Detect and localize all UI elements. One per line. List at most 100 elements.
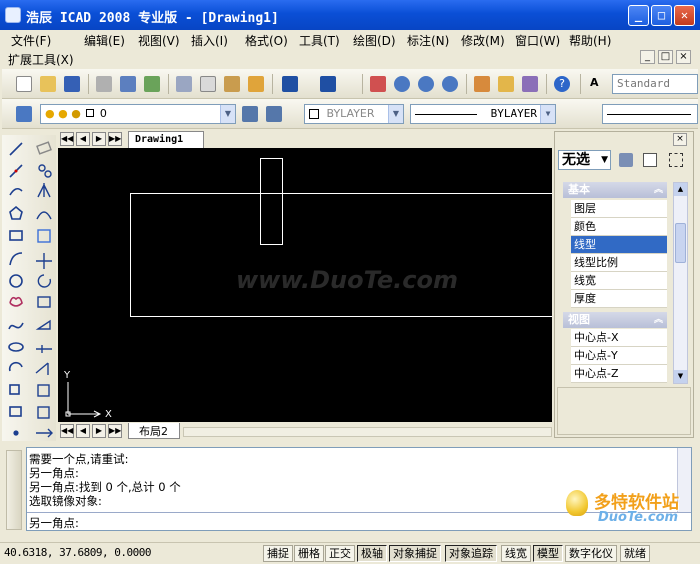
snap-toggle[interactable]: 捕捉 — [263, 545, 293, 562]
menu-modify[interactable]: 修改(M) — [461, 32, 505, 49]
app-icon — [5, 7, 21, 23]
tab-layout2[interactable]: 布局2 — [128, 423, 180, 439]
select-objects-icon[interactable] — [643, 153, 657, 167]
paste-icon[interactable] — [224, 76, 240, 92]
extend-icon — [35, 362, 49, 375]
prev-tab-button[interactable]: ◀ — [76, 132, 90, 146]
toolbar-separator — [272, 74, 273, 94]
zoom-window-icon[interactable] — [418, 76, 434, 92]
group-general[interactable]: 基本 ︽ — [563, 182, 667, 198]
otrack-toggle[interactable]: 对象追踪 — [445, 545, 497, 562]
layer-select[interactable]: ● ● ● 0 ▼ — [40, 104, 236, 124]
last-tab-button[interactable]: ▶▶ — [108, 132, 122, 146]
drawing-canvas[interactable]: Y X www.DuoTe.com — [58, 148, 552, 422]
menu-file[interactable]: 文件(F) — [11, 32, 51, 49]
make-current-layer-icon[interactable] — [242, 106, 258, 122]
selection-select[interactable]: 无选 ▼ — [558, 150, 611, 170]
prop-row-thickness[interactable]: 厚度 — [571, 290, 667, 308]
model-toggle[interactable]: 模型 — [533, 545, 563, 562]
ortho-toggle[interactable]: 正交 — [325, 545, 355, 562]
chevron-down-icon[interactable]: ▼ — [540, 105, 555, 123]
chevron-down-icon[interactable]: ▼ — [220, 105, 235, 123]
copy-icon[interactable] — [200, 76, 216, 92]
menu-view[interactable]: 视图(V) — [138, 32, 180, 49]
cut-icon[interactable] — [176, 76, 192, 92]
text-style-select[interactable]: Standard — [612, 74, 698, 94]
next-layout-button[interactable]: ▶ — [92, 424, 106, 438]
command-prompt-input[interactable]: 另一角点: — [29, 515, 79, 531]
scroll-thumb[interactable] — [675, 223, 686, 263]
save-icon[interactable] — [64, 76, 80, 92]
menu-tools[interactable]: 工具(T) — [299, 32, 340, 49]
menu-window[interactable]: 窗口(W) — [515, 32, 560, 49]
linetype-select[interactable]: BYLAYER ▼ — [410, 104, 556, 124]
lineweight-select[interactable] — [602, 104, 698, 124]
text-style-icon[interactable]: A — [590, 76, 606, 92]
zoom-previous-icon[interactable] — [442, 76, 458, 92]
redo-icon[interactable] — [320, 76, 336, 92]
panel-close-icon[interactable]: × — [673, 133, 687, 146]
ucs-y-label: Y — [64, 370, 71, 381]
copy-object-icon — [38, 164, 46, 172]
menu-help[interactable]: 帮助(H) — [569, 32, 611, 49]
prop-row-linetype-scale[interactable]: 线型比例 — [571, 254, 667, 272]
chevron-down-icon[interactable]: ▼ — [388, 105, 403, 123]
match-properties-icon[interactable] — [248, 76, 264, 92]
mdi-restore-button[interactable]: □ — [658, 50, 673, 64]
maximize-button[interactable]: □ — [651, 5, 672, 26]
tablet-toggle[interactable]: 数字化仪 — [565, 545, 617, 562]
menu-bar-2: 扩展工具(X) — [0, 49, 700, 67]
prop-row-layer[interactable]: 图层 — [571, 200, 667, 218]
pan-icon[interactable] — [370, 76, 386, 92]
first-tab-button[interactable]: ◀◀ — [60, 132, 74, 146]
print-preview-icon[interactable] — [120, 76, 136, 92]
horizontal-scrollbar[interactable] — [183, 427, 552, 437]
layer-manager-icon[interactable] — [16, 106, 32, 122]
menu-draw[interactable]: 绘图(D) — [353, 32, 396, 49]
prop-row-center-x[interactable]: 中心点-X — [571, 329, 667, 347]
mdi-close-button[interactable]: × — [676, 50, 691, 64]
quick-select-icon[interactable] — [619, 153, 633, 167]
prop-row-center-z[interactable]: 中心点-Z — [571, 365, 667, 383]
tool-palette-icon[interactable] — [522, 76, 538, 92]
grid-toggle[interactable]: 栅格 — [294, 545, 324, 562]
prev-layout-button[interactable]: ◀ — [76, 424, 90, 438]
prop-row-linetype[interactable]: 线型 — [571, 236, 667, 254]
publish-icon[interactable] — [144, 76, 160, 92]
new-file-icon[interactable] — [16, 76, 32, 92]
properties-scrollbar[interactable]: ▲ ▼ — [673, 182, 688, 384]
command-window-grip[interactable] — [6, 450, 22, 530]
last-layout-button[interactable]: ▶▶ — [108, 424, 122, 438]
mdi-minimize-button[interactable]: _ — [640, 50, 655, 64]
tab-drawing1[interactable]: Drawing1 — [128, 131, 204, 148]
next-tab-button[interactable]: ▶ — [92, 132, 106, 146]
color-select[interactable]: BYLAYER ▼ — [304, 104, 404, 124]
menu-format[interactable]: 格式(O) — [245, 32, 288, 49]
open-folder-icon[interactable] — [40, 76, 56, 92]
properties-icon[interactable] — [474, 76, 490, 92]
scroll-up-icon[interactable]: ▲ — [674, 183, 687, 196]
undo-icon[interactable] — [282, 76, 298, 92]
polar-toggle[interactable]: 极轴 — [357, 545, 387, 562]
osnap-toggle[interactable]: 对象捕捉 — [389, 545, 441, 562]
prop-row-lineweight[interactable]: 线宽 — [571, 272, 667, 290]
close-button[interactable]: ✕ — [674, 5, 695, 26]
menu-insert[interactable]: 插入(I) — [191, 32, 228, 49]
help-icon[interactable]: ? — [554, 76, 570, 92]
layer-previous-icon[interactable] — [266, 106, 282, 122]
insert-block-icon — [9, 384, 20, 395]
menu-extensions[interactable]: 扩展工具(X) — [8, 51, 74, 68]
first-layout-button[interactable]: ◀◀ — [60, 424, 74, 438]
lineweight-toggle[interactable]: 线宽 — [501, 545, 531, 562]
pickadd-icon[interactable] — [669, 153, 683, 167]
prop-row-center-y[interactable]: 中心点-Y — [571, 347, 667, 365]
minimize-button[interactable]: _ — [628, 5, 649, 26]
prop-row-color[interactable]: 颜色 — [571, 218, 667, 236]
print-icon[interactable] — [96, 76, 112, 92]
design-center-icon[interactable] — [498, 76, 514, 92]
group-view[interactable]: 视图 ︽ — [563, 312, 667, 328]
scroll-down-icon[interactable]: ▼ — [674, 370, 687, 383]
menu-dimension[interactable]: 标注(N) — [407, 32, 449, 49]
menu-edit[interactable]: 编辑(E) — [84, 32, 125, 49]
zoom-realtime-icon[interactable] — [394, 76, 410, 92]
